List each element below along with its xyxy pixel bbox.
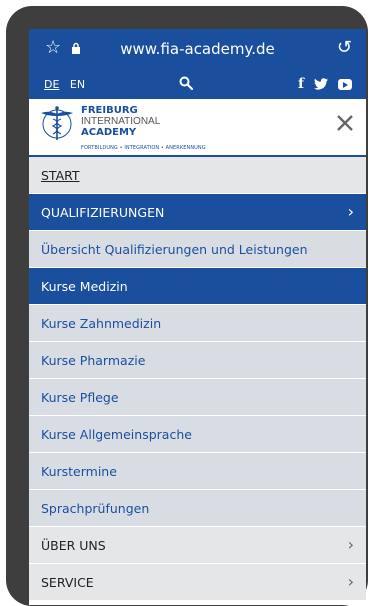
facebook-icon[interactable]: f <box>298 76 304 92</box>
menu-item-qualifizierungen[interactable]: QUALIFIZIERUNGEN › <box>29 194 366 231</box>
social-links: f <box>298 76 352 92</box>
search-icon[interactable] <box>179 76 193 90</box>
submenu-item-label: Kurstermine <box>41 463 117 479</box>
submenu-item-kurstermine[interactable]: Kurstermine <box>29 453 366 490</box>
address-bar: ☆ www.fia-academy.de ↺ <box>29 29 366 70</box>
logo-text[interactable]: FREIBURG INTERNATIONAL ACADEMY FORTBILDU… <box>81 105 206 152</box>
submenu-item-sprachpruefungen[interactable]: Sprachprüfungen <box>29 490 366 527</box>
close-icon[interactable] <box>336 114 354 132</box>
logo-tagline: FORTBILDUNG • INTEGRATION • ANERKENNUNG <box>81 145 206 151</box>
phone-frame: ☆ www.fia-academy.de ↺ DE EN f FREIBURG … <box>6 6 368 606</box>
menu-item-service[interactable]: SERVICE › <box>29 564 366 601</box>
submenu-item-kurse-medizin[interactable]: Kurse Medizin <box>29 268 366 305</box>
reload-icon[interactable]: ↺ <box>337 37 352 58</box>
menu-item-start-label: START <box>41 167 80 183</box>
menu-item-service-label: SERVICE <box>41 574 94 590</box>
browser-screen: ☆ www.fia-academy.de ↺ DE EN f FREIBURG … <box>29 29 366 605</box>
lang-de[interactable]: DE <box>44 78 59 91</box>
menu-item-ueber-uns-label: ÜBER UNS <box>41 537 106 553</box>
logo-line-freiburg: FREIBURG <box>81 105 138 116</box>
submenu-item-label: Kurse Pflege <box>41 389 119 405</box>
logo-line-international: INTERNATIONAL <box>81 116 161 127</box>
url-text[interactable]: www.fia-academy.de <box>29 40 366 58</box>
logo-line-academy: ACADEMY <box>81 127 137 138</box>
menu-item-qualifizierungen-label: QUALIFIZIERUNGEN <box>41 204 165 220</box>
navigation-menu: START QUALIFIZIERUNGEN › Übersicht Quali… <box>29 157 366 601</box>
submenu-item-label: Kurse Allgemeinsprache <box>41 426 192 442</box>
submenu-item-kurse-pflege[interactable]: Kurse Pflege <box>29 379 366 416</box>
submenu-item-kurse-pharmazie[interactable]: Kurse Pharmazie <box>29 342 366 379</box>
twitter-icon[interactable] <box>314 78 328 90</box>
submenu-item-label: Kurse Zahnmedizin <box>41 315 162 331</box>
menu-item-start[interactable]: START <box>29 157 366 194</box>
chevron-right-icon: › <box>347 572 354 591</box>
chevron-right-icon: › <box>347 535 354 554</box>
submenu-item-label: Kurse Pharmazie <box>41 352 146 368</box>
submenu-item-label: Sprachprüfungen <box>41 500 150 516</box>
submenu-item-label: Kurse Medizin <box>41 278 128 294</box>
submenu-item-uebersicht[interactable]: Übersicht Qualifizierungen und Leistunge… <box>29 231 366 268</box>
chevron-right-icon: › <box>347 202 354 221</box>
submenu-item-kurse-zahnmedizin[interactable]: Kurse Zahnmedizin <box>29 305 366 342</box>
language-switcher: DE EN <box>44 78 92 91</box>
caduceus-logo-icon[interactable] <box>39 104 75 142</box>
top-navigation: DE EN f <box>29 70 366 99</box>
site-header: FREIBURG INTERNATIONAL ACADEMY FORTBILDU… <box>29 99 366 157</box>
submenu-item-label: Übersicht Qualifizierungen und Leistunge… <box>41 241 308 257</box>
menu-item-ueber-uns[interactable]: ÜBER UNS › <box>29 527 366 564</box>
lang-en[interactable]: EN <box>70 78 85 91</box>
youtube-icon[interactable] <box>338 78 352 90</box>
submenu-item-kurse-allgemeinsprache[interactable]: Kurse Allgemeinsprache <box>29 416 366 453</box>
